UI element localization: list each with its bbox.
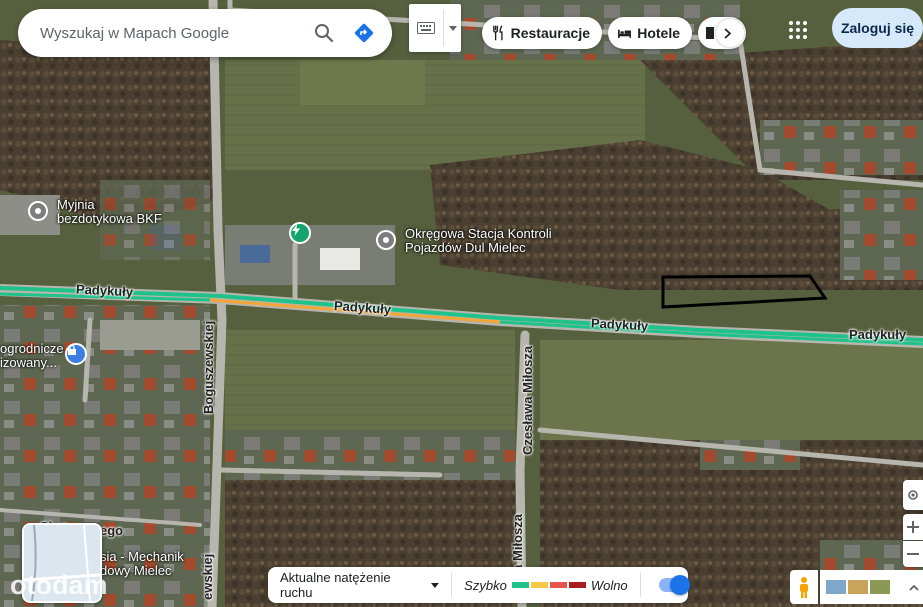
plus-icon [907, 521, 919, 533]
road-label-boguszewskiej: Boguszewskiej [201, 320, 216, 414]
bed-icon [618, 29, 632, 38]
traffic-color-swatch [568, 582, 586, 588]
traffic-mode-dropdown[interactable]: Aktualne natężenie ruchu [268, 567, 451, 603]
traffic-mode-label: Aktualne natężenie ruchu [280, 570, 391, 600]
traffic-color-swatch [549, 582, 567, 588]
poi-label-mechanik[interactable]: sia - Mechanik dowy Mielec [100, 550, 184, 578]
chip-hotels[interactable]: Hotele [608, 17, 692, 49]
category-icon [706, 27, 714, 39]
expand-chevron-icon[interactable] [905, 572, 923, 602]
toggle-knob [670, 575, 690, 595]
road-label-padykuly: Padykuły [75, 281, 134, 300]
fork-knife-icon [493, 25, 503, 41]
pegman-button[interactable] [790, 570, 818, 604]
road-label-padykuly: Padykuły [849, 327, 907, 342]
search-box[interactable] [18, 9, 392, 57]
traffic-scale: Szybko Wolno [452, 578, 640, 593]
search-input[interactable] [18, 23, 304, 43]
shop-pin-icon[interactable] [65, 343, 87, 365]
traffic-slow-label: Wolno [590, 577, 628, 593]
imagery-thumb[interactable] [826, 580, 846, 594]
chip-restaurants[interactable]: Restauracje [482, 17, 602, 49]
apps-grid-icon[interactable] [786, 18, 810, 42]
ev-charging-pin-icon[interactable] [289, 222, 311, 244]
place-pin-icon[interactable] [28, 201, 48, 221]
traffic-color-swatch [511, 582, 529, 588]
traffic-legend: Aktualne natężenie ruchu Szybko Wolno [268, 567, 690, 603]
poi-label-stacja[interactable]: Okręgowa Stacja Kontroli Pojazdów Dul Mi… [405, 227, 552, 255]
traffic-color-swatch [530, 582, 548, 588]
chevron-down-icon[interactable] [444, 4, 461, 52]
traffic-fast-label: Szybko [464, 577, 507, 593]
satellite-map[interactable]: Padykuły Padykuły Padykuły Padykuły Bogu… [0, 0, 923, 607]
login-button[interactable]: Zaloguj się [832, 8, 923, 48]
otodam-watermark: otodam [10, 570, 108, 600]
chevron-down-icon [431, 582, 440, 588]
directions-button[interactable] [344, 13, 384, 53]
traffic-toggle[interactable] [658, 575, 690, 595]
traffic-color-scale [511, 582, 587, 588]
search-icon [315, 24, 334, 43]
chip-more[interactable] [698, 17, 746, 49]
chip-label: Restauracje [510, 25, 590, 41]
road-label-padykuly: Padykuły [590, 315, 649, 334]
zoom-in-button[interactable] [903, 514, 923, 540]
search-button[interactable] [304, 13, 344, 53]
place-pin-icon[interactable] [376, 230, 396, 250]
minus-icon [907, 553, 919, 555]
my-location-button[interactable] [903, 480, 923, 510]
imagery-thumb[interactable] [870, 580, 890, 594]
zoom-out-button[interactable] [903, 541, 923, 567]
directions-icon [354, 23, 374, 43]
poi-label-ogrodnicze[interactable]: ogrodnicze izowany... [0, 342, 64, 370]
road-label-ego: ego [100, 523, 124, 538]
map-imagery [0, 0, 923, 607]
imagery-thumb[interactable] [848, 580, 868, 594]
road-label-milosza: Czesława Miłosza [520, 345, 535, 455]
chevron-right-icon[interactable] [716, 19, 744, 47]
poi-label-myjnia[interactable]: Myjnia bezdotykowa BKF [57, 198, 162, 226]
keyboard-icon[interactable] [409, 4, 443, 52]
chip-label: Hotele [637, 25, 680, 41]
road-label-ewskiej: ewskiej [200, 553, 215, 600]
pegman-icon [800, 577, 808, 598]
input-tools-button[interactable] [409, 4, 461, 52]
my-location-icon [908, 490, 918, 500]
